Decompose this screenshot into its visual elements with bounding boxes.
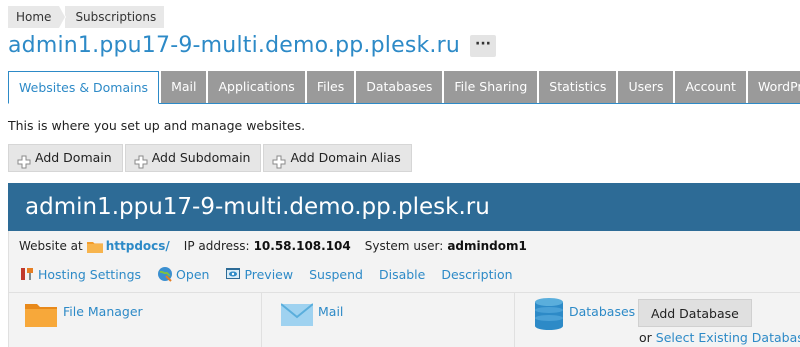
plus-icon (134, 151, 148, 169)
breadcrumb-home[interactable]: Home (8, 6, 67, 28)
add-domain-label: Add Domain (35, 150, 112, 165)
mail-link[interactable]: Mail (318, 304, 343, 319)
disable-link[interactable]: Disable (379, 267, 425, 282)
file-manager-link[interactable]: File Manager (63, 304, 143, 319)
breadcrumb-subscriptions[interactable]: Subscriptions (65, 6, 165, 28)
add-domain-alias-button[interactable]: Add Domain Alias (263, 144, 412, 172)
file-manager-card: File Manager (9, 293, 262, 347)
database-icon (535, 298, 563, 334)
suspend-label: Suspend (309, 266, 363, 282)
system-user-value: admindom1 (447, 239, 527, 253)
tab-account[interactable]: Account (675, 71, 746, 103)
page-title-row: admin1.ppu17-9-multi.demo.pp.plesk.ru ··… (8, 33, 496, 58)
ip-value: 10.58.108.104 (253, 239, 351, 253)
page-title: admin1.ppu17-9-multi.demo.pp.plesk.ru (8, 33, 460, 58)
mail-card: Mail (262, 293, 515, 347)
description-label: Description (441, 266, 513, 282)
suspend-link[interactable]: Suspend (309, 267, 363, 282)
website-at-label: Website at (19, 239, 83, 253)
or-label: or (639, 330, 652, 345)
select-existing-row: or Select Existing Database (639, 330, 800, 345)
plus-icon (17, 151, 31, 169)
databases-link[interactable]: Databases (569, 304, 635, 319)
tab-applications[interactable]: Applications (208, 71, 305, 103)
breadcrumb: Home Subscriptions (8, 6, 165, 28)
open-link[interactable]: Open (157, 266, 209, 282)
tab-file-sharing[interactable]: File Sharing (444, 71, 538, 103)
domain-panel: Website at httpdocs/ IP address: 10.58.1… (8, 231, 800, 347)
databases-card: Databases Add Database or Select Existin… (515, 293, 800, 347)
tab-wordpress[interactable]: WordPress (747, 71, 800, 103)
preview-icon (225, 266, 241, 282)
tab-users[interactable]: Users (618, 71, 674, 103)
preview-link[interactable]: Preview (225, 266, 293, 282)
tab-statistics[interactable]: Statistics (539, 71, 617, 103)
system-user-label: System user: (364, 239, 444, 253)
add-subdomain-label: Add Subdomain (151, 150, 251, 165)
ip-label: IP address: (183, 239, 250, 253)
globe-icon (157, 266, 173, 282)
tab-databases[interactable]: Databases (356, 71, 443, 103)
open-label: Open (176, 266, 210, 282)
hosting-settings-label: Hosting Settings (38, 266, 142, 282)
add-subdomain-button[interactable]: Add Subdomain (124, 144, 262, 172)
domain-actions: Hosting Settings Open Preview Suspend Di… (19, 266, 529, 282)
add-domain-alias-label: Add Domain Alias (290, 150, 401, 165)
description-link[interactable]: Description (441, 267, 512, 282)
preview-label: Preview (244, 266, 294, 282)
plus-icon (272, 151, 286, 169)
select-existing-database-link[interactable]: Select Existing Database (656, 330, 800, 345)
mail-envelope-icon (280, 302, 314, 332)
more-actions-button[interactable]: ··· (470, 34, 496, 57)
docroot-link[interactable]: httpdocs/ (106, 239, 170, 253)
domain-name[interactable]: admin1.ppu17-9-multi.demo.pp.plesk.ru (8, 183, 800, 231)
main-tabs: Websites & Domains Mail Applications Fil… (8, 71, 800, 104)
domain-header: admin1.ppu17-9-multi.demo.pp.plesk.ru (8, 183, 800, 231)
domain-cards: File Manager Mail Databases Add Database… (9, 292, 800, 347)
hosting-settings-link[interactable]: Hosting Settings (19, 266, 141, 282)
add-database-button[interactable]: Add Database (638, 299, 752, 327)
folder-icon (25, 301, 57, 331)
wrench-icon (19, 266, 35, 282)
disable-label: Disable (378, 266, 426, 282)
tab-websites-domains[interactable]: Websites & Domains (8, 71, 160, 104)
intro-text: This is where you set up and manage webs… (8, 118, 306, 133)
add-domain-button[interactable]: Add Domain (8, 144, 123, 172)
folder-icon (86, 240, 103, 253)
domain-info-row: Website at httpdocs/ IP address: 10.58.1… (19, 239, 527, 253)
toolbar: Add Domain Add Subdomain Add Domain Alia… (8, 144, 414, 172)
tab-files[interactable]: Files (306, 71, 355, 103)
tab-mail[interactable]: Mail (161, 71, 207, 103)
